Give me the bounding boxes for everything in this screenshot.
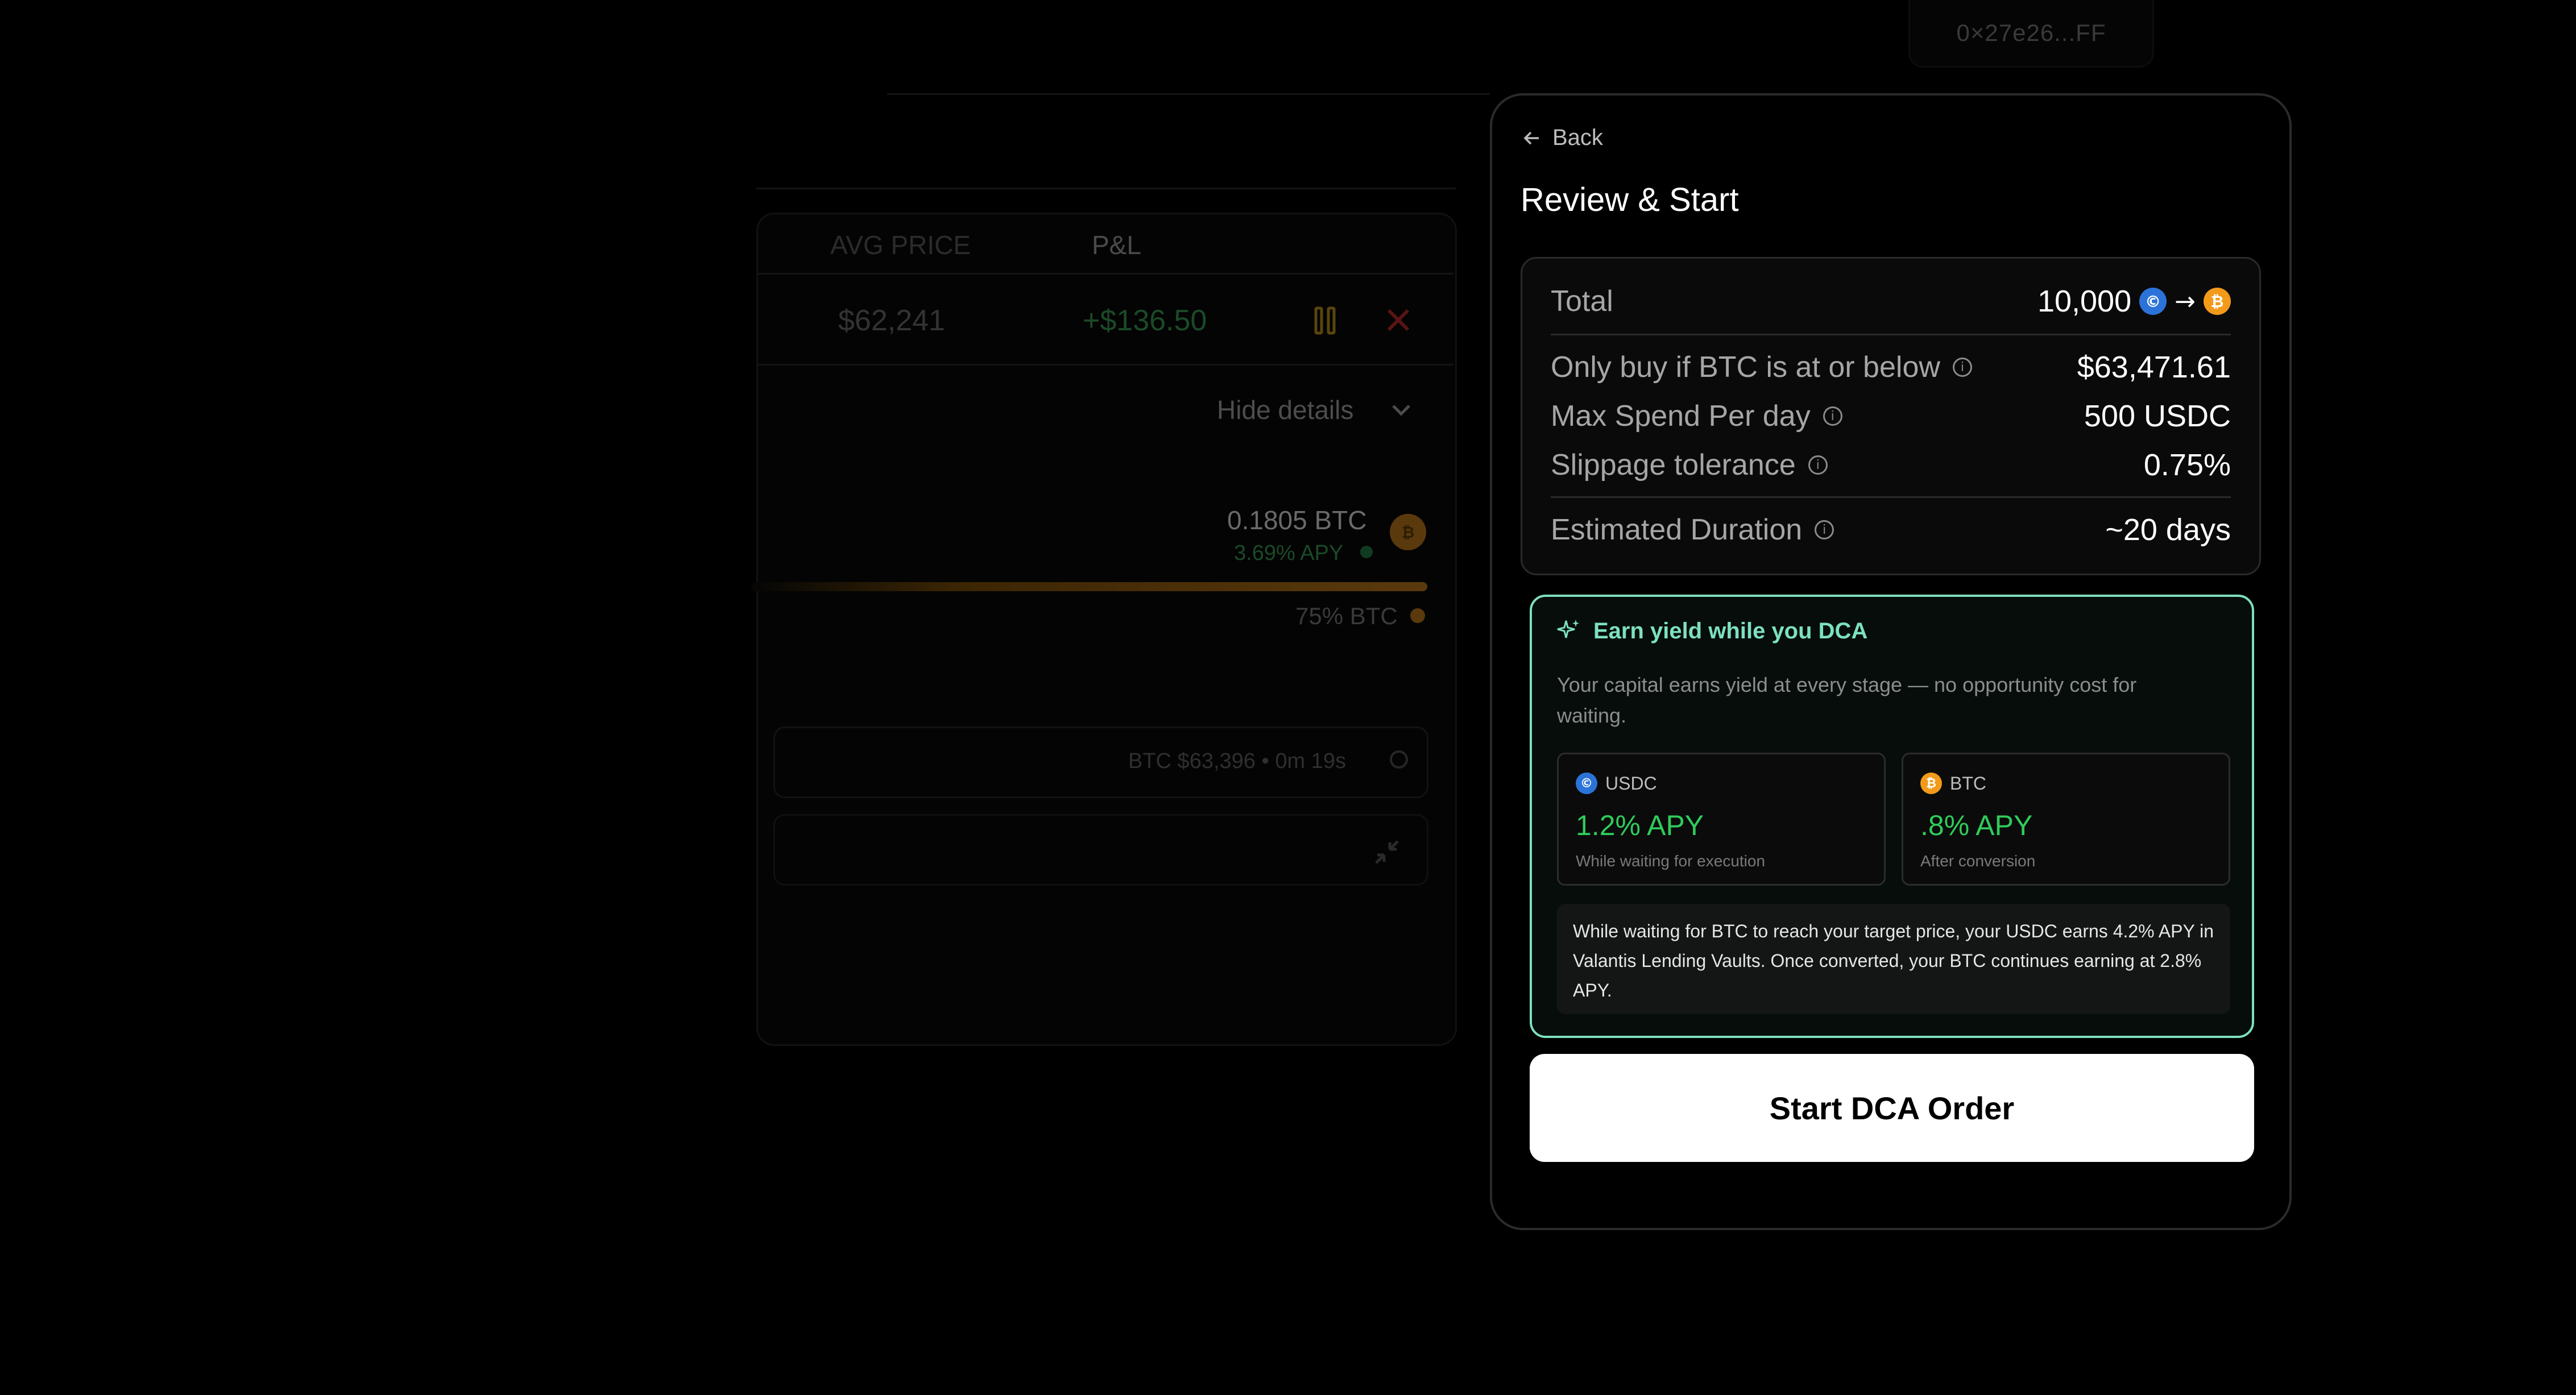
btc-icon: ₿ (2204, 288, 2231, 315)
yield-subtitle: Your capital earns yield at every stage … (1557, 673, 2137, 727)
start-dca-order-button[interactable]: Start DCA Order (1530, 1054, 2254, 1162)
price-limit-label: Only buy if BTC is at or below (1551, 351, 1940, 384)
summary-divider (1551, 496, 2231, 498)
btc-icon: ₿ (1920, 773, 1942, 794)
chevron-down-icon[interactable] (1390, 398, 1413, 421)
price-limit-value: $63,471.61 (2077, 350, 2231, 384)
holding-apy: 3.69% APY (1234, 541, 1344, 565)
duration-row: Estimated Duration i ~20 days (1551, 512, 2231, 547)
summary-divider (1551, 334, 2231, 335)
info-icon[interactable]: i (1823, 406, 1842, 426)
duration-label: Estimated Duration (1551, 513, 1803, 546)
usdc-name: USDC (1605, 773, 1657, 794)
row-avg-price: $62,241 (838, 304, 945, 337)
column-pnl: P&L (1092, 230, 1141, 260)
close-icon[interactable] (1385, 307, 1411, 333)
collapsed-panel (773, 814, 1428, 886)
max-spend-label: Max Spend Per day (1551, 400, 1811, 433)
back-label: Back (1552, 125, 1603, 150)
modal-title: Review & Start (1521, 181, 1739, 218)
total-row: Total 10,000 © → ₿ (1551, 284, 2231, 319)
info-icon[interactable]: i (1815, 520, 1834, 539)
usdc-icon: © (2139, 288, 2167, 315)
arrow-right-icon: → (2175, 287, 2196, 316)
row-pnl: +$136.50 (1083, 304, 1207, 337)
order-summary-card: Total 10,000 © → ₿ Only buy if BTC is at… (1521, 257, 2261, 575)
max-spend-value: 500 USDC (2084, 399, 2231, 433)
wallet-address: 0×27e26...FF (1956, 19, 2106, 46)
slippage-row: Slippage tolerance i 0.75% (1551, 447, 2231, 483)
info-icon[interactable]: i (1808, 455, 1828, 475)
back-button[interactable]: Back (1522, 125, 1603, 151)
wallet-address-pill[interactable]: 0×27e26...FF (1908, 0, 2154, 68)
usdc-icon: © (1576, 773, 1597, 794)
usdc-apy: 1.2% APY (1576, 809, 1704, 841)
btc-apy: .8% APY (1920, 809, 2033, 841)
usdc-yield-box: © USDC 1.2% APY While waiting for executi… (1557, 753, 1886, 886)
yield-heading: Earn yield while you DCA (1593, 618, 1868, 643)
total-label: Total (1551, 285, 1613, 318)
duration-value: ~20 days (2105, 513, 2231, 547)
background-divider (756, 188, 1456, 189)
sparkle-icon (1557, 620, 1579, 638)
btc-name: BTC (1950, 773, 1986, 794)
holding-amount: 0.1805 BTC (1227, 505, 1367, 535)
btc-coin-icon: ₿ (1390, 514, 1426, 550)
usdc-note: While waiting for execution (1576, 852, 1766, 870)
max-spend-row: Max Spend Per day i 500 USDC (1551, 398, 2231, 434)
collapse-icon[interactable] (1373, 838, 1401, 866)
price-limit-row: Only buy if BTC is at or below i $63,471.… (1551, 350, 2231, 385)
pause-icon[interactable] (1314, 306, 1336, 335)
slippage-label: Slippage tolerance (1551, 449, 1796, 481)
hide-details-toggle[interactable]: Hide details (1217, 395, 1353, 425)
btc-note: After conversion (1920, 852, 2036, 870)
allocation-bar (751, 582, 1427, 591)
info-icon[interactable]: i (1952, 358, 1972, 377)
btc-yield-box: ₿ BTC .8% APY After conversion (1902, 753, 2230, 886)
background-divider (887, 93, 1490, 95)
yield-heading-row: Earn yield while you DCA (1555, 617, 1867, 645)
background-divider (756, 273, 1453, 275)
price-status-text: BTC $63,396 • 0m 19s (1128, 749, 1346, 773)
allocation-label: 75% BTC (1295, 603, 1398, 629)
apy-status-dot (1360, 546, 1373, 558)
column-avg-price: AVG PRICE (830, 230, 971, 260)
arrow-left-icon (1523, 131, 1539, 144)
slippage-value: 0.75% (2143, 448, 2231, 482)
background-divider (756, 364, 1453, 366)
yield-card: Earn yield while you DCA Your capital ea… (1530, 595, 2254, 1038)
status-ring-icon (1390, 750, 1408, 769)
yield-explanation: While waiting for BTC to reach your targ… (1557, 904, 2230, 1014)
total-value: 10,000 (2037, 284, 2132, 318)
allocation-dot (1410, 608, 1425, 623)
